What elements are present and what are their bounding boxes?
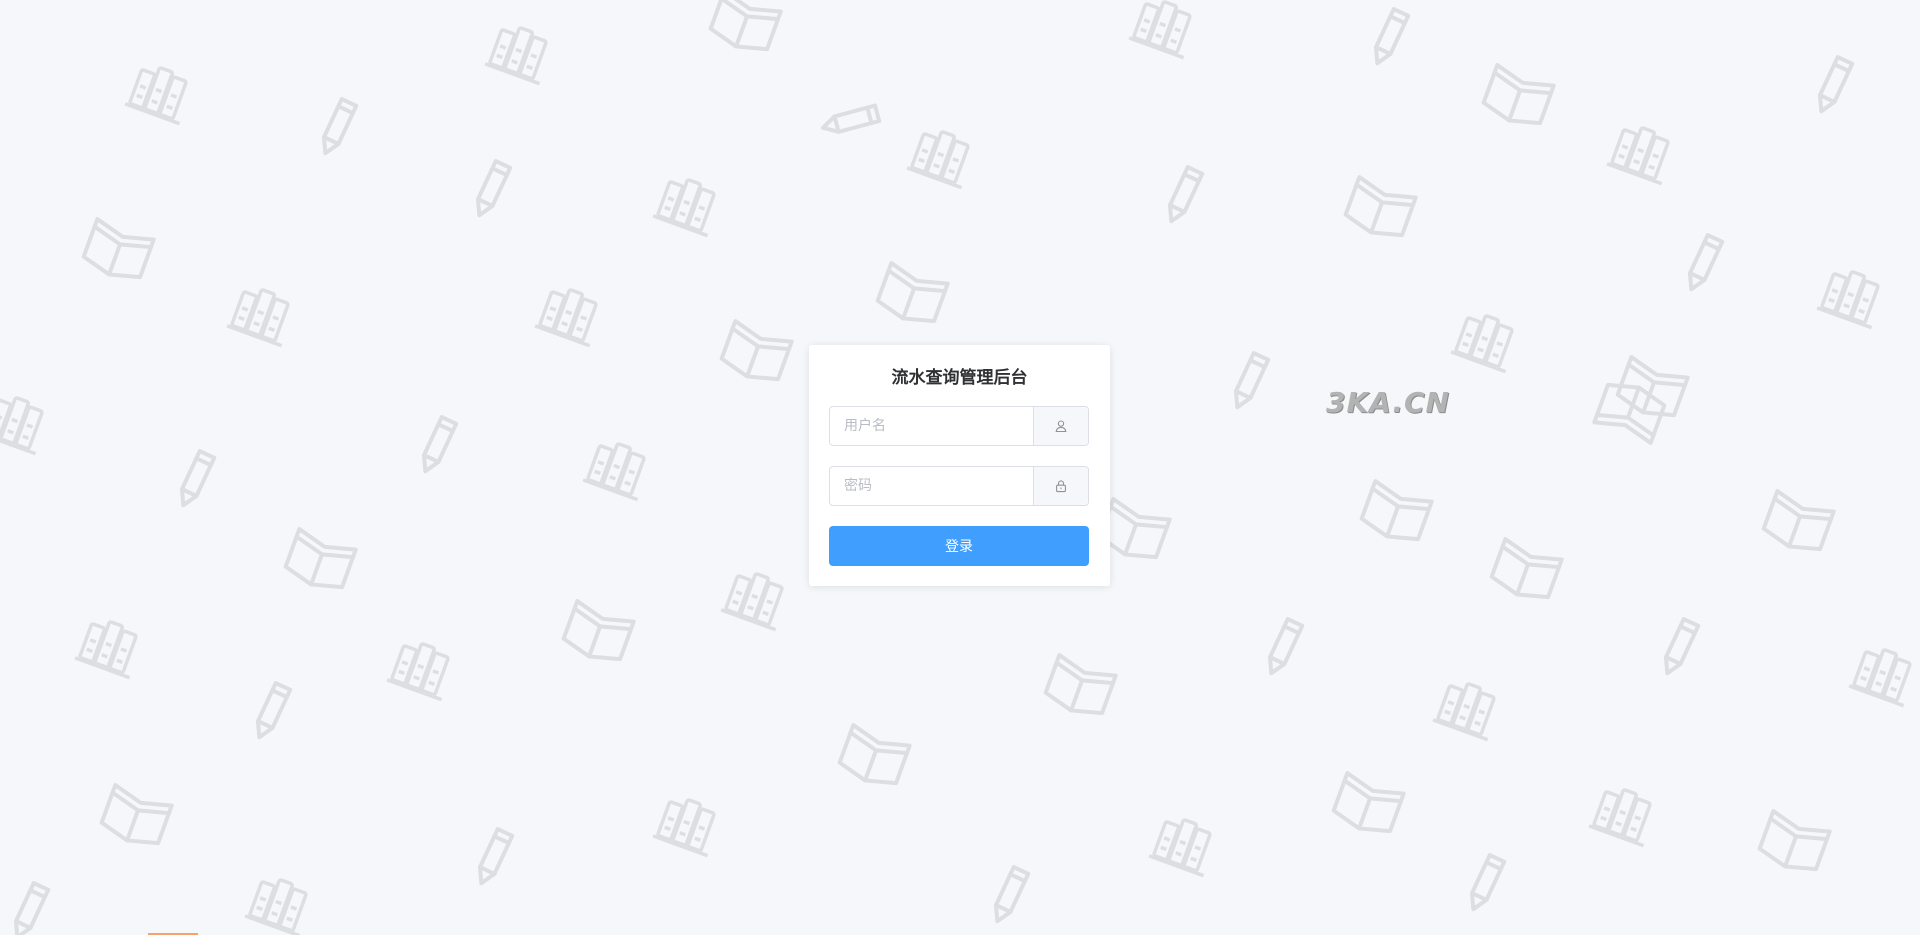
watermark-logo: 3KA.CN: [1326, 386, 1450, 419]
password-field: [829, 466, 1089, 506]
password-input[interactable]: [830, 467, 1033, 505]
username-input[interactable]: [830, 407, 1033, 445]
login-button[interactable]: 登录: [829, 526, 1089, 566]
user-icon: [1033, 407, 1088, 445]
username-field: [829, 406, 1089, 446]
login-card: 流水查询管理后台 登录: [809, 345, 1110, 586]
page-title: 流水查询管理后台: [891, 368, 1028, 388]
lock-icon: [1033, 467, 1088, 505]
login-page: 3KA.CN 流水查询管理后台 登录: [0, 0, 1920, 935]
